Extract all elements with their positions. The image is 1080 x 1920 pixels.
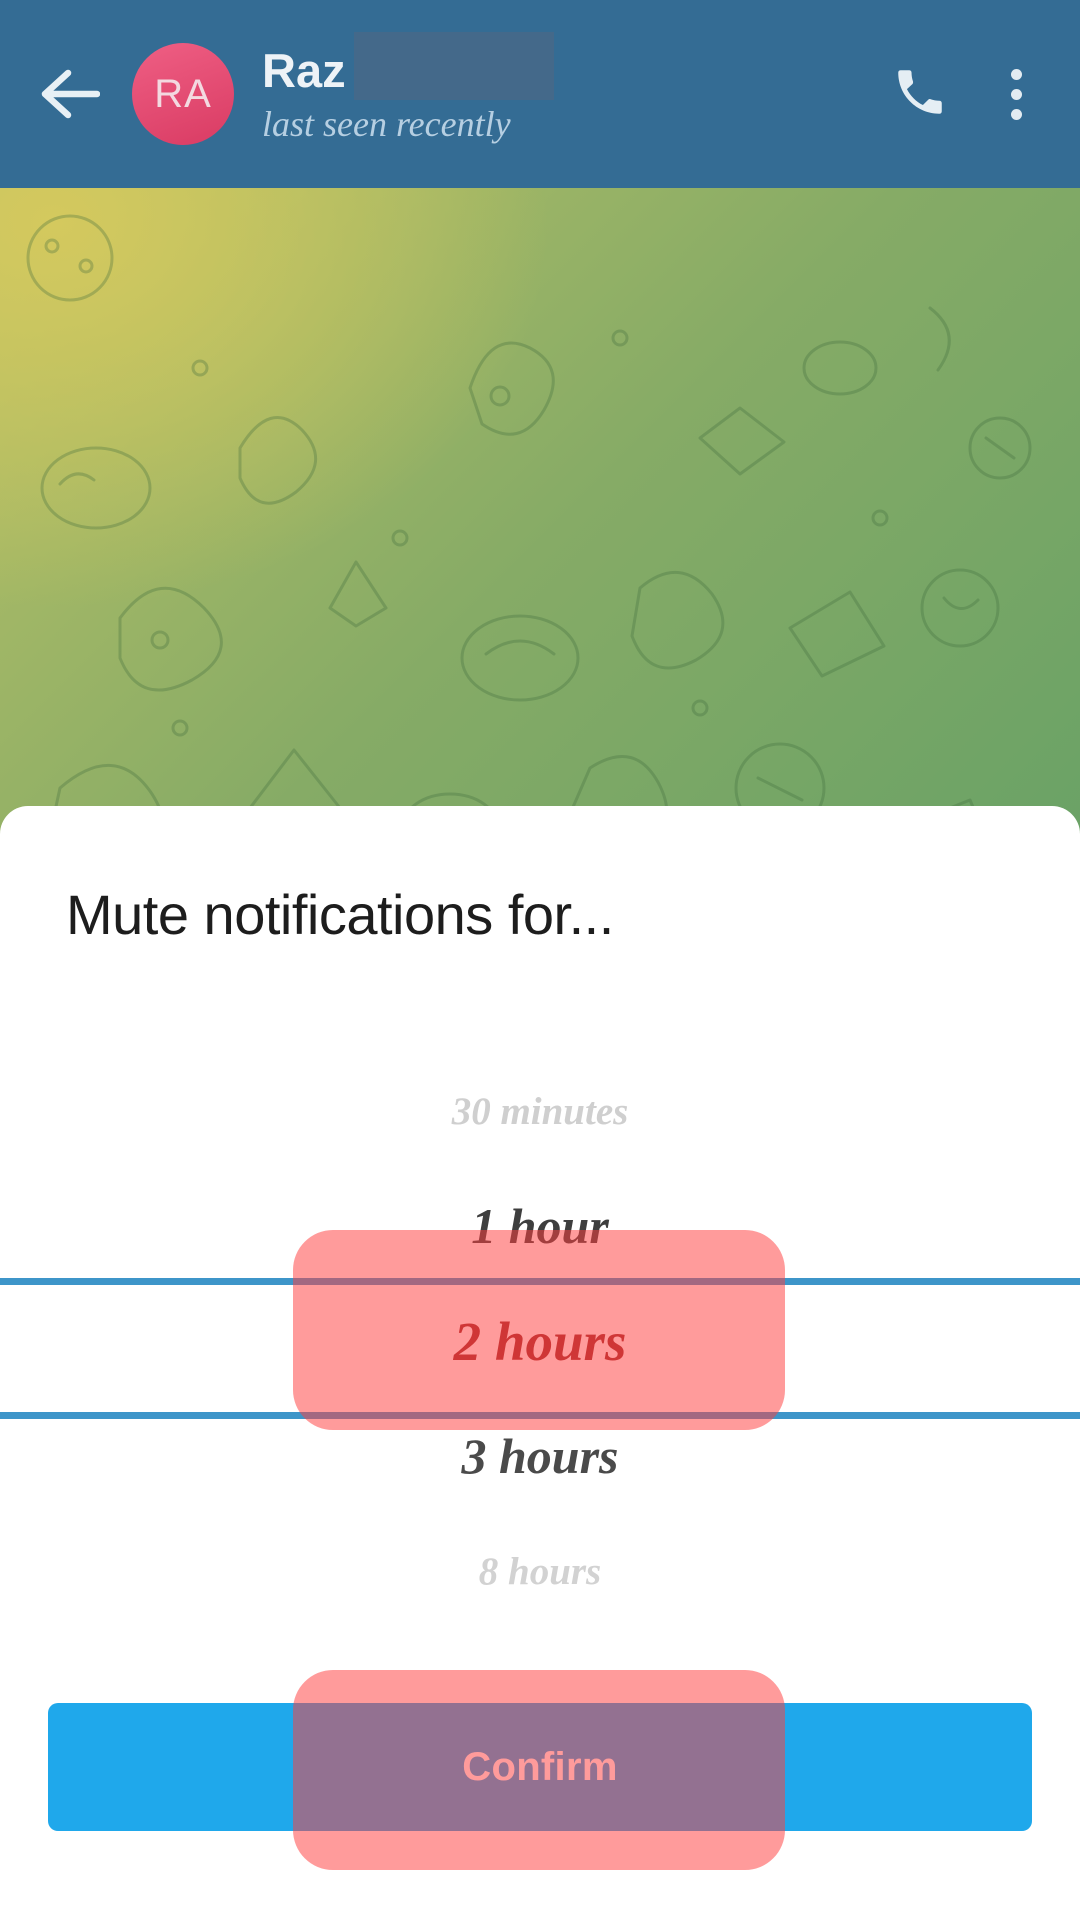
picker-option-2-hours-selected[interactable]: 2 hours — [0, 1286, 1080, 1396]
picker-separator-top — [0, 1278, 1080, 1285]
overflow-menu-icon-dot — [1010, 88, 1022, 100]
phone-icon — [891, 63, 949, 126]
overflow-menu-button[interactable] — [968, 46, 1064, 142]
chat-title-row: Raz — [262, 32, 872, 101]
overflow-menu-icon-dot — [1010, 68, 1022, 80]
telegram-mute-screen: RA Raz last seen recently Mute notificat… — [0, 0, 1080, 1920]
picker-option-label: 1 hour — [471, 1198, 609, 1254]
arrow-left-icon — [40, 68, 100, 120]
chat-status: last seen recently — [262, 104, 511, 144]
header-actions — [872, 46, 1064, 142]
confirm-button[interactable]: Confirm — [48, 1703, 1032, 1831]
avatar-initials: RA — [154, 71, 212, 116]
chat-title: Raz — [262, 43, 346, 97]
picker-option-label: 2 hours — [453, 1310, 627, 1372]
duration-picker[interactable]: 30 minutes 1 hour 2 hours 3 hours 8 hour… — [0, 1038, 1080, 1648]
picker-option-8-hours[interactable]: 8 hours — [0, 1516, 1080, 1626]
chat-header: RA Raz last seen recently — [0, 0, 1080, 188]
back-button[interactable] — [22, 46, 118, 142]
call-button[interactable] — [872, 46, 968, 142]
picker-option-3-hours[interactable]: 3 hours — [0, 1401, 1080, 1511]
confirm-area: Confirm — [48, 1670, 1032, 1870]
picker-option-30-minutes[interactable]: 30 minutes — [0, 1056, 1080, 1166]
picker-option-label: 30 minutes — [451, 1089, 629, 1133]
dialog-title: Mute notifications for... — [66, 883, 614, 946]
mute-notifications-dialog: Mute notifications for... 30 minutes 1 h… — [0, 806, 1080, 1920]
picker-option-1-hour[interactable]: 1 hour — [0, 1171, 1080, 1281]
redaction-box — [353, 32, 554, 100]
picker-option-label: 3 hours — [461, 1428, 619, 1484]
avatar[interactable]: RA — [132, 43, 234, 145]
picker-option-label: 8 hours — [478, 1549, 602, 1593]
chat-title-block[interactable]: Raz last seen recently — [262, 32, 872, 149]
overflow-menu-icon-dot — [1010, 108, 1022, 120]
